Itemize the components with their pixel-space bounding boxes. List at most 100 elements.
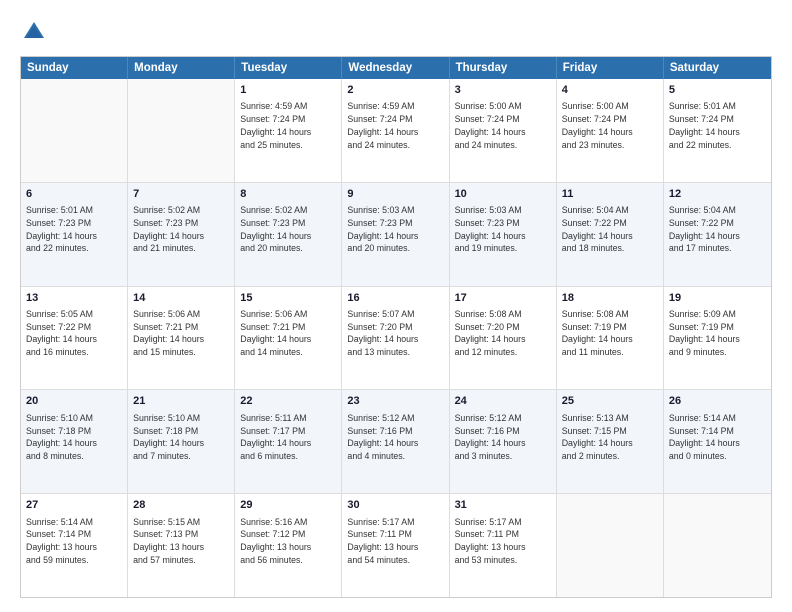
day-cell-12: 12Sunrise: 5:04 AMSunset: 7:22 PMDayligh… xyxy=(664,183,771,286)
logo-icon xyxy=(20,18,48,46)
day-cell-31: 31 Sunrise: 5:17 AMSunset: 7:11 PMDayligh… xyxy=(450,494,557,597)
day-cell-3: 3 Sunrise: 5:00 AMSunset: 7:24 PMDaylight… xyxy=(450,79,557,182)
day-header-thursday: Thursday xyxy=(450,57,557,79)
day-number: 27 xyxy=(26,498,122,513)
day-cell-14: 14 Sunrise: 5:06 AMSunset: 7:21 PMDayligh… xyxy=(128,287,235,390)
day-cell-26: 26 Sunrise: 5:14 AMSunset: 7:14 PMDayligh… xyxy=(664,390,771,493)
day-cell-15: 15 Sunrise: 5:06 AMSunset: 7:21 PMDayligh… xyxy=(235,287,342,390)
day-cell-21: 21 Sunrise: 5:10 AMSunset: 7:18 PMDayligh… xyxy=(128,390,235,493)
day-header-tuesday: Tuesday xyxy=(235,57,342,79)
day-cell-11: 11 Sunrise: 5:04 AMSunset: 7:22 PMDayligh… xyxy=(557,183,664,286)
logo xyxy=(20,18,52,46)
day-number: 28 xyxy=(133,498,229,513)
day-header-monday: Monday xyxy=(128,57,235,79)
day-cell-22: 22 Sunrise: 5:11 AMSunset: 7:17 PMDayligh… xyxy=(235,390,342,493)
empty-cell xyxy=(557,494,664,597)
day-number: 24 xyxy=(455,394,551,409)
header xyxy=(20,18,772,46)
day-cell-8: 8 Sunrise: 5:02 AMSunset: 7:23 PMDaylight… xyxy=(235,183,342,286)
day-number: 25 xyxy=(562,394,658,409)
day-number: 6 xyxy=(26,187,122,202)
empty-cell xyxy=(664,494,771,597)
cell-info: Sunrise: 4:59 AMSunset: 7:24 PMDaylight:… xyxy=(240,100,336,151)
cell-info: Sunrise: 5:17 AMSunset: 7:11 PMDaylight:… xyxy=(455,516,551,567)
cell-info: Sunrise: 5:02 AMSunset: 7:23 PMDaylight:… xyxy=(240,204,336,255)
cell-info: Sunrise: 5:10 AMSunset: 7:18 PMDaylight:… xyxy=(133,412,229,463)
calendar-week-5: 27 Sunrise: 5:14 AMSunset: 7:14 PMDayligh… xyxy=(21,494,771,597)
empty-cell xyxy=(128,79,235,182)
day-header-sunday: Sunday xyxy=(21,57,128,79)
calendar-week-2: 6Sunrise: 5:01 AMSunset: 7:23 PMDaylight… xyxy=(21,183,771,287)
day-number: 15 xyxy=(240,291,336,306)
cell-info: Sunrise: 5:00 AMSunset: 7:24 PMDaylight:… xyxy=(455,100,551,151)
cell-info: Sunrise: 5:04 AMSunset: 7:22 PMDaylight:… xyxy=(562,204,658,255)
cell-info: Sunrise: 5:05 AMSunset: 7:22 PMDaylight:… xyxy=(26,308,122,359)
cell-info: Sunrise: 5:06 AMSunset: 7:21 PMDaylight:… xyxy=(133,308,229,359)
day-number: 2 xyxy=(347,83,443,98)
cell-info: Sunrise: 5:09 AMSunset: 7:19 PMDaylight:… xyxy=(669,308,766,359)
day-number: 29 xyxy=(240,498,336,513)
day-number: 23 xyxy=(347,394,443,409)
day-number: 3 xyxy=(455,83,551,98)
cell-info: Sunrise: 5:08 AMSunset: 7:20 PMDaylight:… xyxy=(455,308,551,359)
cell-info: Sunrise: 5:14 AMSunset: 7:14 PMDaylight:… xyxy=(26,516,122,567)
day-cell-30: 30Sunrise: 5:17 AMSunset: 7:11 PMDayligh… xyxy=(342,494,449,597)
day-number: 7 xyxy=(133,187,229,202)
day-number: 1 xyxy=(240,83,336,98)
day-cell-7: 7 Sunrise: 5:02 AMSunset: 7:23 PMDaylight… xyxy=(128,183,235,286)
day-header-friday: Friday xyxy=(557,57,664,79)
day-cell-28: 28Sunrise: 5:15 AMSunset: 7:13 PMDayligh… xyxy=(128,494,235,597)
day-cell-9: 9 Sunrise: 5:03 AMSunset: 7:23 PMDaylight… xyxy=(342,183,449,286)
calendar: SundayMondayTuesdayWednesdayThursdayFrid… xyxy=(20,56,772,598)
day-number: 8 xyxy=(240,187,336,202)
cell-info: Sunrise: 5:08 AMSunset: 7:19 PMDaylight:… xyxy=(562,308,658,359)
calendar-week-1: 1 Sunrise: 4:59 AMSunset: 7:24 PMDaylight… xyxy=(21,79,771,183)
cell-info: Sunrise: 5:03 AMSunset: 7:23 PMDaylight:… xyxy=(347,204,443,255)
day-cell-27: 27 Sunrise: 5:14 AMSunset: 7:14 PMDayligh… xyxy=(21,494,128,597)
day-cell-18: 18Sunrise: 5:08 AMSunset: 7:19 PMDayligh… xyxy=(557,287,664,390)
cell-info: Sunrise: 5:13 AMSunset: 7:15 PMDaylight:… xyxy=(562,412,658,463)
day-number: 19 xyxy=(669,291,766,306)
day-number: 22 xyxy=(240,394,336,409)
cell-info: Sunrise: 5:16 AMSunset: 7:12 PMDaylight:… xyxy=(240,516,336,567)
cell-info: Sunrise: 5:03 AMSunset: 7:23 PMDaylight:… xyxy=(455,204,551,255)
day-number: 30 xyxy=(347,498,443,513)
day-number: 10 xyxy=(455,187,551,202)
cell-info: Sunrise: 5:02 AMSunset: 7:23 PMDaylight:… xyxy=(133,204,229,255)
day-number: 16 xyxy=(347,291,443,306)
page: SundayMondayTuesdayWednesdayThursdayFrid… xyxy=(0,0,792,612)
day-cell-17: 17 Sunrise: 5:08 AMSunset: 7:20 PMDayligh… xyxy=(450,287,557,390)
cell-info: Sunrise: 5:12 AMSunset: 7:16 PMDaylight:… xyxy=(347,412,443,463)
cell-info: Sunrise: 5:12 AMSunset: 7:16 PMDaylight:… xyxy=(455,412,551,463)
cell-info: Sunrise: 5:07 AMSunset: 7:20 PMDaylight:… xyxy=(347,308,443,359)
cell-info: Sunrise: 5:14 AMSunset: 7:14 PMDaylight:… xyxy=(669,412,766,463)
day-number: 11 xyxy=(562,187,658,202)
day-cell-16: 16 Sunrise: 5:07 AMSunset: 7:20 PMDayligh… xyxy=(342,287,449,390)
calendar-week-4: 20 Sunrise: 5:10 AMSunset: 7:18 PMDayligh… xyxy=(21,390,771,494)
calendar-week-3: 13 Sunrise: 5:05 AMSunset: 7:22 PMDayligh… xyxy=(21,287,771,391)
day-number: 13 xyxy=(26,291,122,306)
day-number: 9 xyxy=(347,187,443,202)
cell-info: Sunrise: 5:11 AMSunset: 7:17 PMDaylight:… xyxy=(240,412,336,463)
day-number: 26 xyxy=(669,394,766,409)
cell-info: Sunrise: 5:06 AMSunset: 7:21 PMDaylight:… xyxy=(240,308,336,359)
day-number: 31 xyxy=(455,498,551,513)
day-cell-24: 24 Sunrise: 5:12 AMSunset: 7:16 PMDayligh… xyxy=(450,390,557,493)
day-header-saturday: Saturday xyxy=(664,57,771,79)
day-number: 5 xyxy=(669,83,766,98)
day-cell-2: 2 Sunrise: 4:59 AMSunset: 7:24 PMDaylight… xyxy=(342,79,449,182)
day-cell-10: 10 Sunrise: 5:03 AMSunset: 7:23 PMDayligh… xyxy=(450,183,557,286)
day-cell-5: 5Sunrise: 5:01 AMSunset: 7:24 PMDaylight… xyxy=(664,79,771,182)
day-cell-23: 23 Sunrise: 5:12 AMSunset: 7:16 PMDayligh… xyxy=(342,390,449,493)
cell-info: Sunrise: 4:59 AMSunset: 7:24 PMDaylight:… xyxy=(347,100,443,151)
day-number: 20 xyxy=(26,394,122,409)
day-cell-1: 1 Sunrise: 4:59 AMSunset: 7:24 PMDaylight… xyxy=(235,79,342,182)
day-number: 12 xyxy=(669,187,766,202)
day-number: 4 xyxy=(562,83,658,98)
day-number: 17 xyxy=(455,291,551,306)
day-number: 21 xyxy=(133,394,229,409)
calendar-body: 1 Sunrise: 4:59 AMSunset: 7:24 PMDaylight… xyxy=(21,79,771,597)
day-number: 14 xyxy=(133,291,229,306)
day-cell-29: 29 Sunrise: 5:16 AMSunset: 7:12 PMDayligh… xyxy=(235,494,342,597)
day-cell-4: 4Sunrise: 5:00 AMSunset: 7:24 PMDaylight… xyxy=(557,79,664,182)
